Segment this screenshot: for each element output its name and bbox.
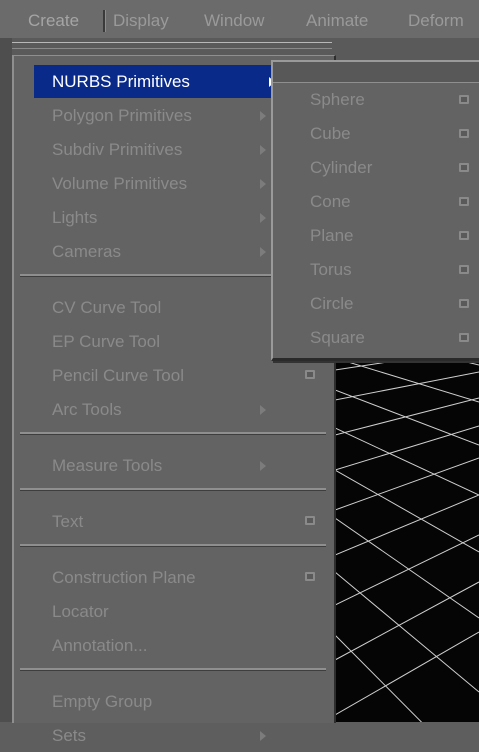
- menu-item-pencil-curve-tool[interactable]: Pencil Curve Tool: [18, 359, 328, 392]
- submenu-item-label: Square: [310, 328, 365, 347]
- submenu-tearoff-band[interactable]: [273, 62, 479, 83]
- menubar-animate[interactable]: Animate: [306, 9, 368, 33]
- option-box-icon[interactable]: [305, 516, 315, 525]
- menu-item-label: Cameras: [52, 242, 121, 261]
- submenu-item-square[interactable]: Square: [273, 321, 479, 355]
- triangle-right-icon: [260, 213, 266, 223]
- option-box-icon[interactable]: [459, 163, 469, 172]
- triangle-right-icon: [260, 247, 266, 257]
- menu-item-label: Measure Tools: [52, 456, 163, 475]
- menu-divider: [20, 432, 326, 435]
- option-box-icon[interactable]: [459, 129, 469, 138]
- submenu-item-label: Torus: [310, 260, 352, 279]
- menubar-deform[interactable]: Deform: [408, 9, 464, 33]
- menu-item-label: NURBS Primitives: [52, 72, 190, 91]
- menu-item-label: Empty Group: [52, 692, 153, 711]
- submenu-item-label: Plane: [310, 226, 354, 245]
- menu-divider: [20, 544, 326, 547]
- menu-item-label: Polygon Primitives: [52, 106, 192, 125]
- menu-item-label: Volume Primitives: [52, 174, 188, 193]
- menu-item-nurbs-primitives[interactable]: NURBS Primitives: [34, 65, 280, 98]
- menu-item-label: Construction Plane: [52, 568, 196, 587]
- menubar-separator: [103, 10, 106, 32]
- option-box-icon[interactable]: [459, 95, 469, 104]
- triangle-right-icon: [260, 731, 266, 741]
- menu-item-label: Lights: [52, 208, 98, 227]
- menu-item-label: Pencil Curve Tool: [52, 366, 184, 385]
- menu-item-empty-group[interactable]: Empty Group: [18, 685, 328, 718]
- menubar-window[interactable]: Window: [204, 9, 264, 33]
- submenu-item-label: Cube: [310, 124, 351, 143]
- submenu-item-label: Cylinder: [310, 158, 373, 177]
- option-box-icon[interactable]: [459, 333, 469, 342]
- triangle-right-icon: [260, 145, 266, 155]
- menu-item-label: Locator: [52, 602, 109, 621]
- menu-divider: [20, 668, 326, 671]
- triangle-right-icon: [260, 461, 266, 471]
- menu-item-construction-plane[interactable]: Construction Plane: [18, 561, 328, 594]
- submenu-item-label: Circle: [310, 294, 354, 313]
- option-box-icon[interactable]: [459, 231, 469, 240]
- menu-item-label: Arc Tools: [52, 400, 122, 419]
- menu-item-label: EP Curve Tool: [52, 332, 161, 351]
- submenu-item-sphere[interactable]: Sphere: [273, 83, 479, 117]
- menu-item-label: CV Curve Tool: [52, 298, 162, 317]
- option-box-icon[interactable]: [459, 265, 469, 274]
- menu-item-sets[interactable]: Sets: [18, 719, 328, 752]
- submenu-item-cylinder[interactable]: Cylinder: [273, 151, 479, 185]
- menu-item-text[interactable]: Text: [18, 505, 328, 538]
- strip-divider: [12, 48, 332, 49]
- option-box-icon[interactable]: [459, 299, 469, 308]
- menu-divider: [20, 488, 326, 491]
- menubar-display[interactable]: Display: [113, 9, 169, 33]
- menu-bar: Create Display Window Animate Deform: [0, 0, 479, 38]
- menu-item-label: Subdiv Primitives: [52, 140, 183, 159]
- submenu-item-cone[interactable]: Cone: [273, 185, 479, 219]
- option-box-icon[interactable]: [459, 197, 469, 206]
- menu-item-label: Sets: [52, 726, 87, 745]
- option-box-icon[interactable]: [305, 370, 315, 379]
- menu-item-label: Annotation...: [52, 636, 148, 655]
- menu-item-locator[interactable]: Locator: [18, 595, 328, 628]
- menubar-create[interactable]: Create: [28, 9, 79, 33]
- submenu-item-cube[interactable]: Cube: [273, 117, 479, 151]
- menu-item-arc-tools[interactable]: Arc Tools: [18, 393, 328, 426]
- triangle-right-icon: [260, 179, 266, 189]
- submenu-item-torus[interactable]: Torus: [273, 253, 479, 287]
- menu-shadow-left: [0, 0, 12, 722]
- strip-divider: [12, 42, 332, 43]
- submenu-item-label: Sphere: [310, 90, 365, 109]
- option-box-icon[interactable]: [305, 572, 315, 581]
- menu-item-annotation[interactable]: Annotation...: [18, 629, 328, 662]
- submenu-item-label: Cone: [310, 192, 351, 211]
- triangle-right-icon: [260, 405, 266, 415]
- nurbs-primitives-submenu: Sphere Cube Cylinder Cone Plane Torus Circle Sq…: [271, 60, 479, 361]
- menu-item-measure-tools[interactable]: Measure Tools: [18, 449, 328, 482]
- triangle-right-icon: [260, 111, 266, 121]
- submenu-item-circle[interactable]: Circle: [273, 287, 479, 321]
- submenu-item-plane[interactable]: Plane: [273, 219, 479, 253]
- menu-item-label: Text: [52, 512, 84, 531]
